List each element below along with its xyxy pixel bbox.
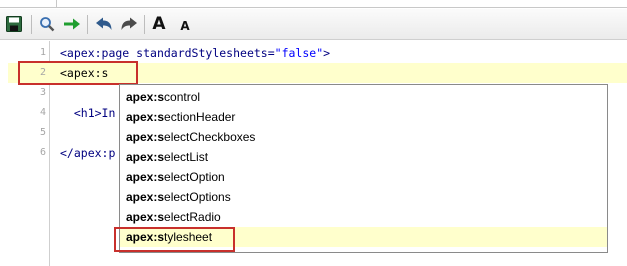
code-token: > [323,46,331,60]
suggestion-completion: electList [164,150,209,164]
suggestion-completion: control [164,90,201,104]
suggestion-completion: electRadio [164,210,221,224]
font-smaller-button[interactable]: A [174,13,196,35]
line-number: 4 [39,107,46,118]
suggestion-prefix: apex:s [126,110,165,124]
code-text: <apex:page standardStylesheets="false"> [60,43,330,63]
window-top-edge [0,0,627,8]
search-icon[interactable] [36,13,58,35]
suggestion-prefix: apex:s [126,130,165,144]
code-token: <h1>In [60,106,116,120]
suggestion-prefix: apex:s [126,90,165,104]
line-number: 3 [39,87,46,98]
typed-tag-highlight [18,61,138,85]
undo-icon[interactable] [93,13,115,35]
code-token: standardStylesheets= [136,46,275,60]
redo-icon[interactable] [118,13,140,35]
code-text: <h1>In [60,103,116,123]
selected-suggestion-highlight [114,227,235,252]
suggestion-item[interactable]: apex:selectRadio [120,207,607,227]
line-number: 1 [39,47,46,58]
font-larger-button[interactable]: A [148,13,170,35]
suggestion-item[interactable]: apex:selectOptions [120,187,607,207]
suggestion-item[interactable]: apex:selectOption [120,167,607,187]
code-token: "false" [274,46,324,60]
goto-arrow-icon[interactable] [61,13,83,35]
suggestion-completion: electOptions [164,190,231,204]
suggestion-item[interactable]: apex:selectCheckboxes [120,127,607,147]
suggestion-prefix: apex:s [126,170,165,184]
code-line[interactable]: 1 <apex:page standardStylesheets="false"> [8,43,627,63]
suggestion-prefix: apex:s [126,150,165,164]
suggestion-completion: ectionHeader [164,110,236,124]
code-text: </apex:p [60,143,115,163]
suggestion-item[interactable]: apex:scontrol [120,87,607,107]
code-token: </apex:p [60,146,116,160]
suggestion-prefix: apex:s [126,190,165,204]
suggestion-item[interactable]: apex:selectList [120,147,607,167]
suggestion-item[interactable]: apex:sectionHeader [120,107,607,127]
line-number: 6 [39,147,46,158]
toolbar-separator [31,15,32,34]
suggestion-prefix: apex:s [126,210,165,224]
line-number: 5 [39,127,46,138]
toolbar-separator [144,15,145,34]
editor-toolbar: A A [0,9,627,40]
suggestion-completion: electCheckboxes [164,130,256,144]
code-token: <apex:page [60,46,137,60]
save-icon[interactable] [3,13,25,35]
toolbar-separator [87,15,88,34]
tab-divider [56,0,57,8]
suggestion-completion: electOption [164,170,225,184]
